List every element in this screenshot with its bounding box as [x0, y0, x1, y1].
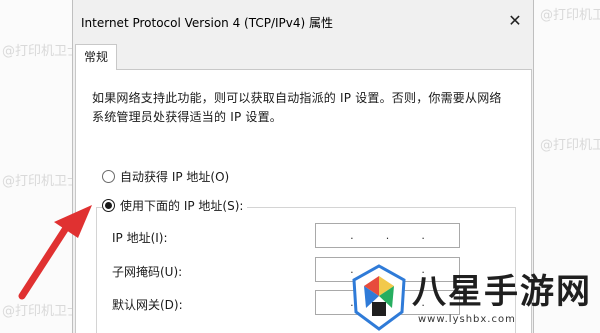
brand-logo: 八星手游网 www.lyshbx.com	[348, 262, 600, 333]
arrow-shaft	[18, 224, 70, 300]
brand-name: 八星手游网	[412, 272, 592, 312]
brand-url: www.lyshbx.com	[418, 314, 516, 325]
brand-shield-icon	[352, 264, 406, 331]
tab-general[interactable]: 常规	[75, 44, 117, 70]
